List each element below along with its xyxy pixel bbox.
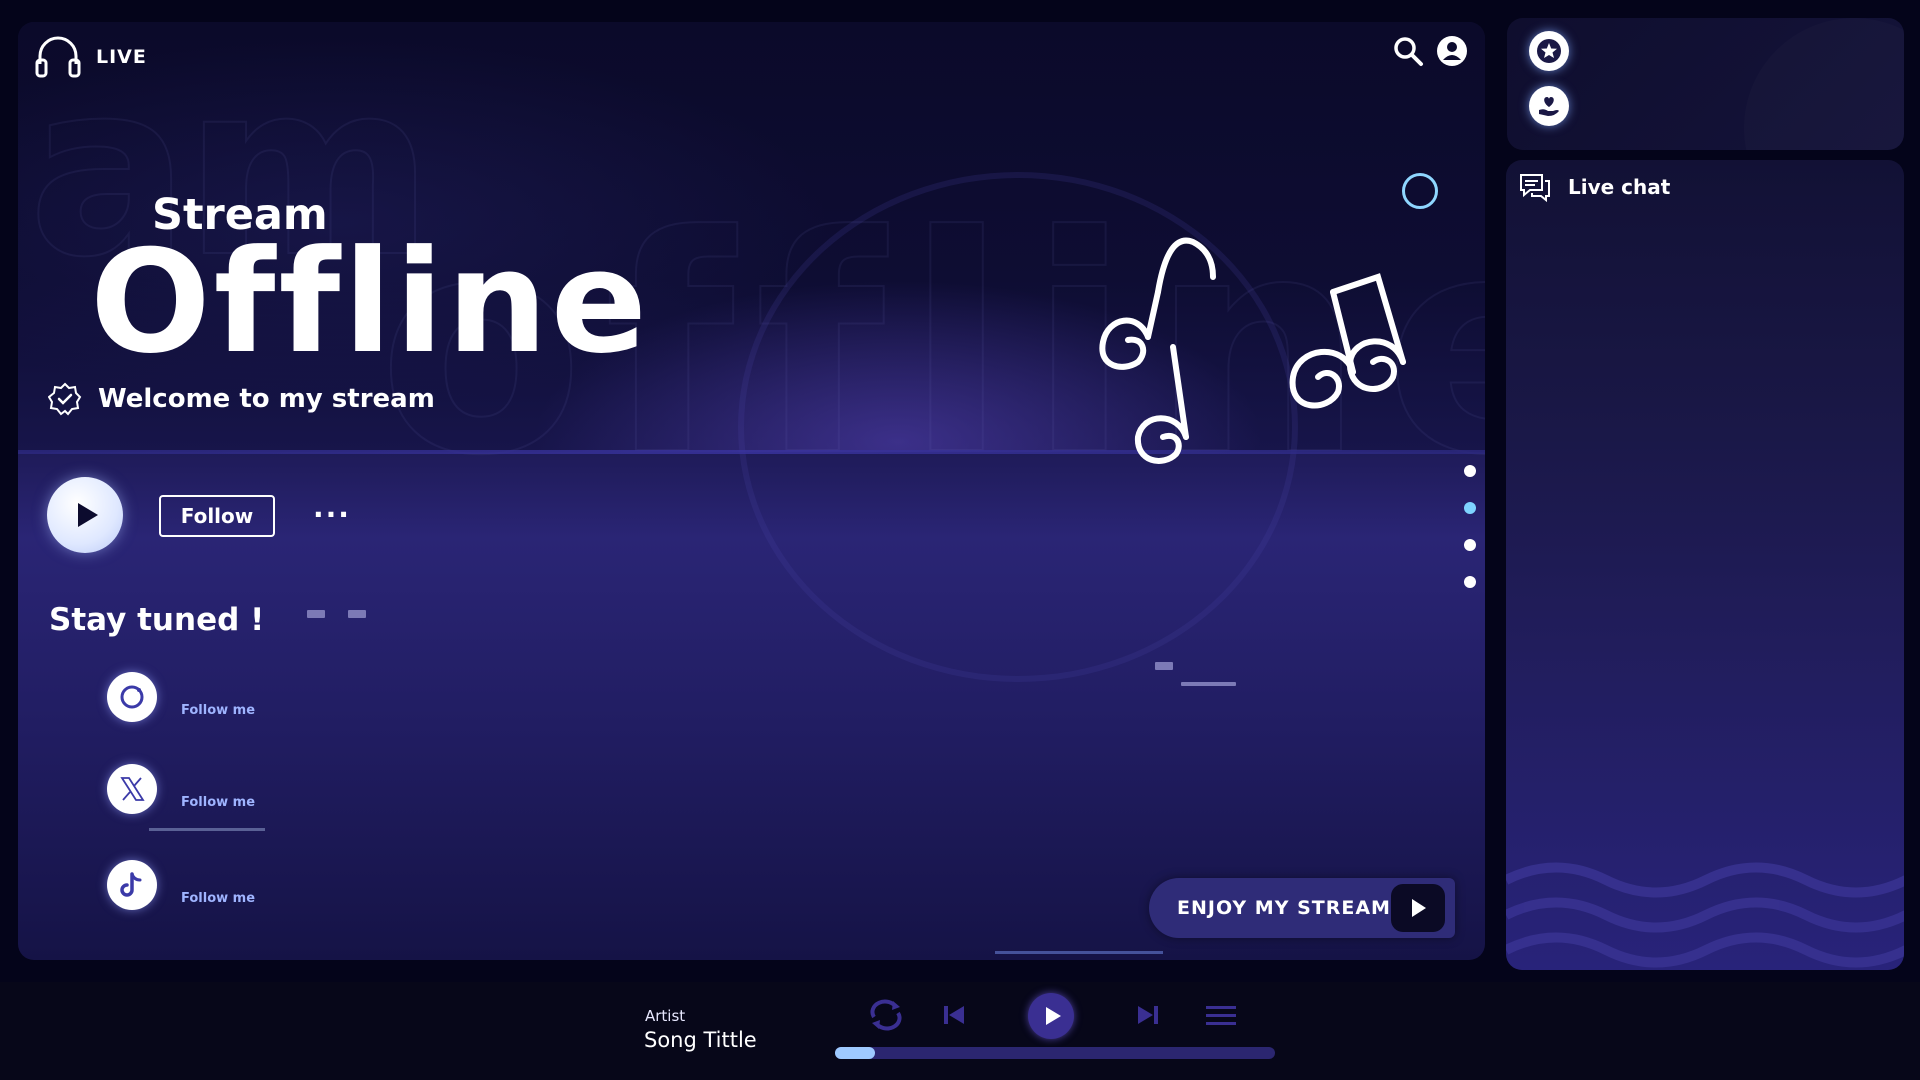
follow-me-label: Follow me [181, 890, 256, 906]
next-icon [1138, 1006, 1158, 1024]
tiktok-icon [120, 872, 142, 897]
social-item-x[interactable]: Follow me [107, 764, 255, 814]
search-icon[interactable] [1391, 34, 1425, 68]
carousel-dot[interactable] [1464, 539, 1476, 551]
next-button[interactable] [1136, 997, 1160, 1033]
socials-heading: Stay tuned ! [49, 602, 265, 638]
live-label: LIVE [96, 46, 147, 68]
social-circle [107, 860, 157, 910]
user-icon[interactable] [1435, 34, 1469, 68]
enjoy-stream-label: ENJOY MY STREAM ! [1177, 897, 1409, 919]
stream-overlay: am offline LIVE Stream Offline Welcome t… [0, 0, 1920, 1080]
top-icons [1391, 34, 1469, 68]
decorative-underline [149, 828, 265, 831]
player-play-button[interactable] [1028, 993, 1074, 1039]
headphones-icon [35, 36, 81, 78]
chat-header: Live chat [1518, 170, 1670, 204]
main-play-button[interactable] [47, 477, 123, 553]
previous-icon [944, 1006, 964, 1024]
heart-hand-icon [1539, 97, 1559, 116]
social-circle [107, 672, 157, 722]
social-item-tiktok[interactable]: Follow me [107, 860, 255, 910]
enjoy-play-button[interactable] [1391, 884, 1445, 932]
support-button[interactable] [1529, 86, 1569, 126]
live-chat-panel: Live chat [1506, 160, 1904, 970]
play-icon [1412, 899, 1426, 917]
carousel-dots [1464, 465, 1476, 588]
main-panel: am offline LIVE Stream Offline Welcome t… [18, 22, 1485, 960]
social-item-instagram[interactable]: Follow me [107, 672, 255, 722]
verified-badge-icon [48, 382, 82, 416]
play-icon [78, 503, 98, 527]
repeat-icon [870, 999, 902, 1031]
playlist-icon [1206, 1006, 1236, 1025]
more-options-button[interactable]: ··· [313, 498, 351, 531]
favorite-button[interactable] [1529, 31, 1569, 71]
x-twitter-icon [120, 777, 145, 801]
carousel-dot[interactable] [1464, 576, 1476, 588]
playlist-button[interactable] [1204, 997, 1238, 1033]
decorative-dash [348, 610, 366, 618]
star-icon [1537, 39, 1561, 63]
decorative-dash [1181, 682, 1236, 686]
offline-heading: Offline [90, 220, 651, 385]
follow-me-label: Follow me [181, 702, 256, 718]
carousel-dot-active[interactable] [1464, 502, 1476, 514]
instagram-icon [120, 685, 144, 709]
previous-button[interactable] [942, 997, 966, 1033]
repeat-button[interactable] [866, 997, 906, 1033]
follow-button[interactable]: Follow [159, 495, 275, 537]
play-icon [1045, 1007, 1061, 1025]
decorative-waves [1506, 862, 1904, 968]
follow-me-label: Follow me [181, 794, 256, 810]
social-circle [107, 764, 157, 814]
welcome-text: Welcome to my stream [98, 384, 435, 414]
carousel-dot[interactable] [1464, 465, 1476, 477]
progress-bar[interactable] [835, 1047, 1275, 1059]
artist-label: Artist [645, 1007, 686, 1025]
decorative-line [995, 951, 1163, 954]
live-indicator: LIVE [34, 34, 147, 80]
chat-title: Live chat [1568, 175, 1671, 199]
progress-fill [835, 1047, 875, 1059]
music-notes-icon [1099, 237, 1406, 464]
chat-icon [1520, 174, 1550, 203]
media-player-bar: Artist Song Tittle [0, 982, 1920, 1080]
decorative-circle [1744, 18, 1904, 150]
welcome-row: Welcome to my stream [48, 382, 435, 416]
decorative-ring-small [1402, 173, 1438, 209]
decorative-dash [1155, 662, 1173, 670]
enjoy-stream-button[interactable]: ENJOY MY STREAM ! [1149, 878, 1455, 938]
decorative-dash [307, 610, 325, 618]
song-title: Song Tittle [644, 1028, 757, 1052]
side-actions-panel [1507, 18, 1904, 150]
